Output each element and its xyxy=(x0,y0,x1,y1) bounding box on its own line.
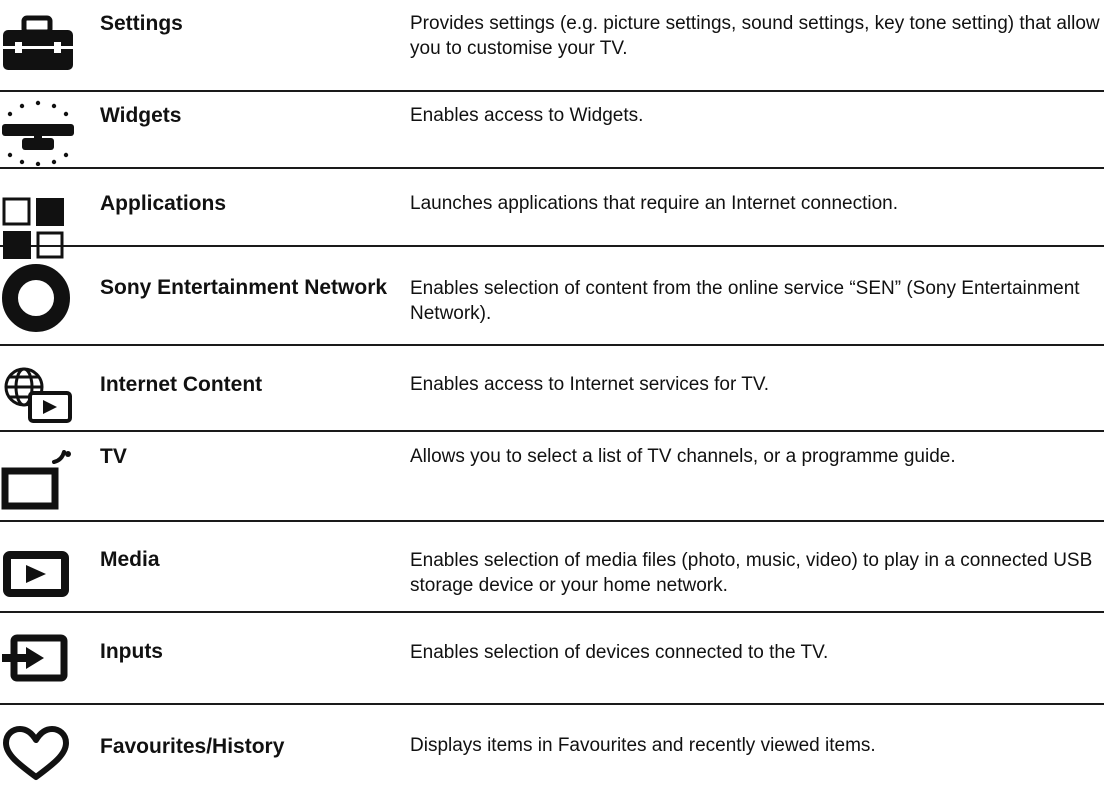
menu-name-media: Media xyxy=(100,548,160,571)
menu-name-applications: Applications xyxy=(100,192,227,215)
input-arrow-icon xyxy=(0,631,76,707)
menu-row-applications: Applications Launches applications that … xyxy=(0,169,1104,259)
menu-row-inputs: Inputs Enables selection of devices conn… xyxy=(0,613,1104,705)
menu-name-inputs: Inputs xyxy=(100,640,163,663)
menu-row-sen: Sony Entertainment Network Enables selec… xyxy=(0,247,1104,346)
menu-name-favourites-history: Favourites/History xyxy=(100,735,285,758)
menu-desc-tv: Allows you to select a list of TV channe… xyxy=(410,446,956,467)
menu-row-settings: Settings Provides settings (e.g. picture… xyxy=(0,0,1104,92)
menu-desc-media: Enables selection of media files (photo,… xyxy=(410,550,1093,596)
widgets-icon xyxy=(0,100,76,176)
menu-row-tv: TV Allows you to select a list of TV cha… xyxy=(0,432,1104,522)
menu-name-widgets: Widgets xyxy=(100,104,182,127)
menu-row-media: Media Enables selection of media files (… xyxy=(0,522,1104,613)
globe-play-icon xyxy=(0,363,76,439)
menu-name-tv: TV xyxy=(100,445,127,468)
menu-row-favourites-history: Favourites/History Displays items in Fav… xyxy=(0,705,1104,810)
menu-name-settings: Settings xyxy=(100,12,183,35)
menu-desc-sen: Enables selection of content from the on… xyxy=(410,278,1080,324)
menu-desc-settings: Provides settings (e.g. picture settings… xyxy=(410,13,1100,59)
menu-name-sen: Sony Entertainment Network xyxy=(100,276,388,299)
menu-row-widgets: Widgets Enables access to Widgets. xyxy=(0,92,1104,169)
menu-row-internet-content: Internet Content Enables access to Inter… xyxy=(0,346,1104,432)
menu-name-internet-content: Internet Content xyxy=(100,373,263,396)
menu-desc-inputs: Enables selection of devices connected t… xyxy=(410,642,829,663)
menu-desc-applications: Launches applications that require an In… xyxy=(410,193,898,214)
menu-desc-favourites-history: Displays items in Favourites and recentl… xyxy=(410,735,876,756)
heart-icon xyxy=(0,725,76,801)
menu-desc-internet-content: Enables access to Internet services for … xyxy=(410,374,770,395)
tv-broadcast-icon xyxy=(0,444,76,520)
menu-desc-widgets: Enables access to Widgets. xyxy=(410,105,644,126)
toolbox-icon xyxy=(0,12,76,88)
ring-icon xyxy=(0,262,76,338)
